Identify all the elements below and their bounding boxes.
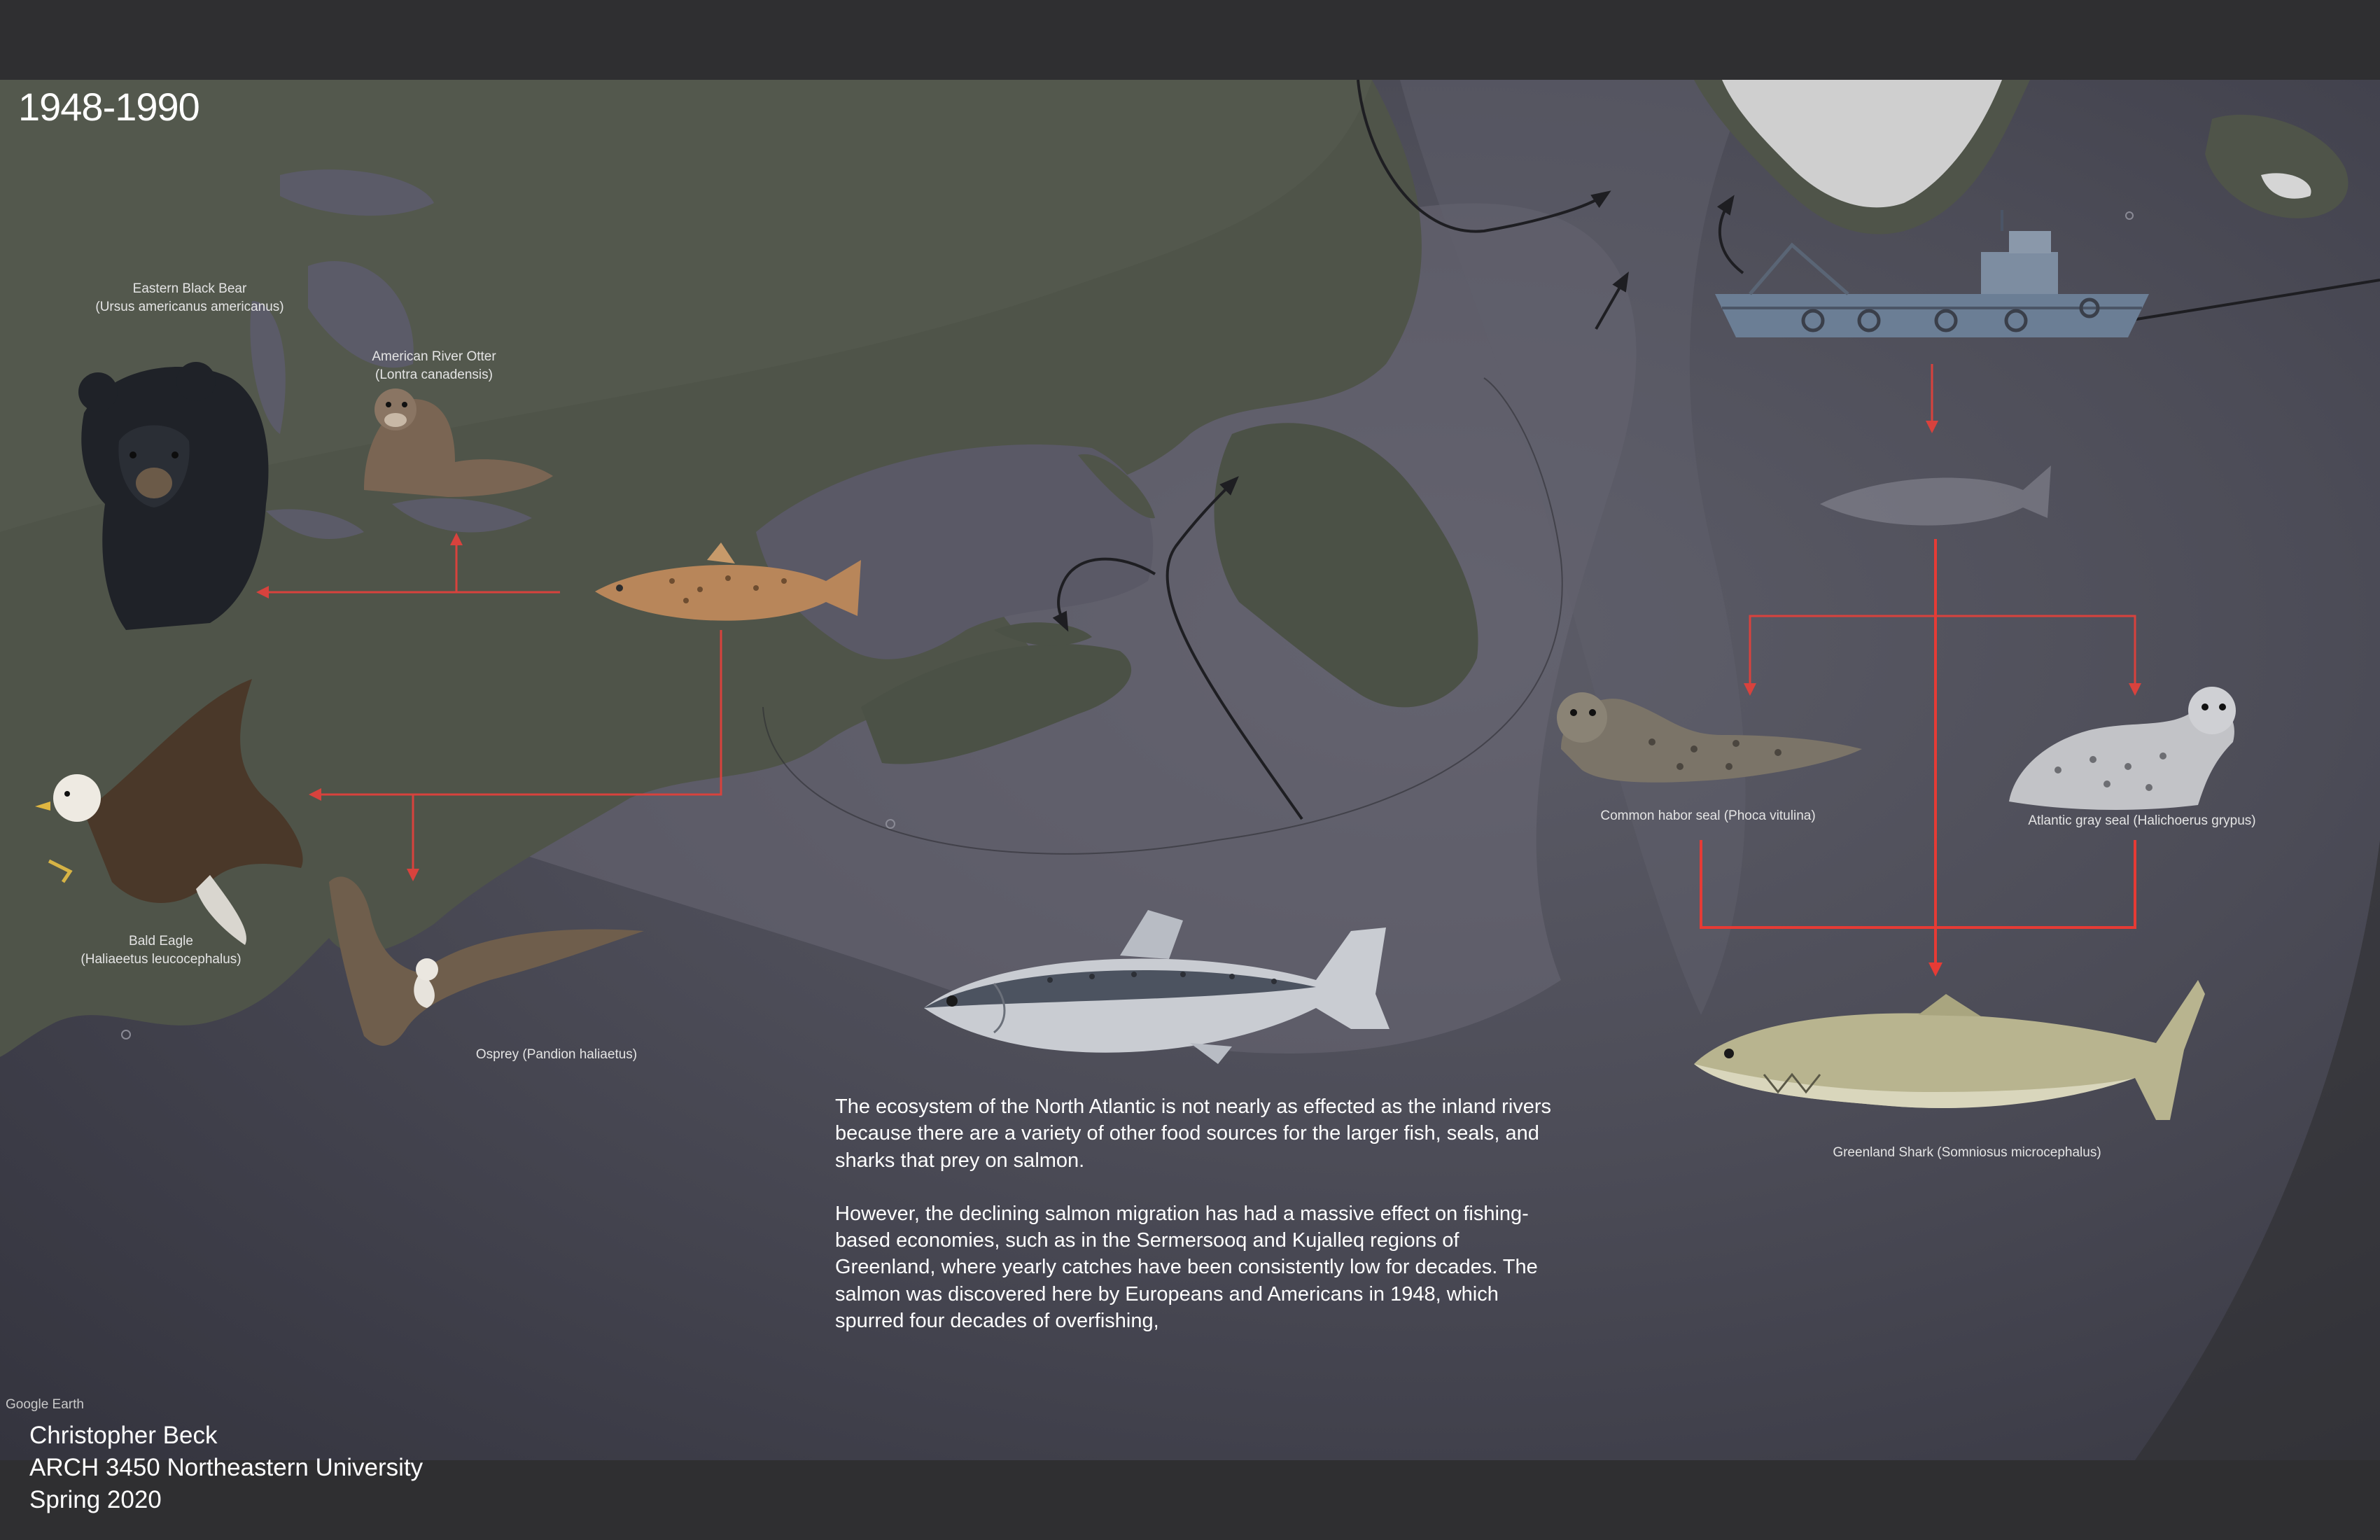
arrow-salmon-to-harbor-seal xyxy=(1744,615,1932,696)
top-frame-bar xyxy=(0,0,2380,80)
osprey-label: Osprey (Pandion haliaetus) xyxy=(475,1047,638,1062)
survey-marker xyxy=(2125,211,2134,220)
ecosystem-description: The ecosystem of the North Atlantic is n… xyxy=(835,1093,1556,1361)
bald-eagle-label: Bald Eagle (Haliaeetus leucocephalus) xyxy=(42,932,280,968)
author-credits: Christopher Beck ARCH 3450 Northeastern … xyxy=(29,1420,423,1517)
globe-edge xyxy=(2135,840,2380,1460)
salmon-ocean-faded-illustration xyxy=(1820,465,2051,526)
term: Spring 2020 xyxy=(29,1486,162,1514)
description-paragraph-1: The ecosystem of the North Atlantic is n… xyxy=(835,1096,1552,1172)
survey-marker xyxy=(121,1030,131,1040)
era-title: 1948-1990 xyxy=(18,85,200,129)
google-earth-attribution: Google Earth xyxy=(6,1397,84,1412)
course-name: ARCH 3450 Northeastern University xyxy=(29,1454,424,1482)
river-otter-latin-name: (Lontra canadensis) xyxy=(375,367,493,382)
description-paragraph-2: However, the declining salmon migration … xyxy=(835,1202,1538,1332)
harbor-seal-label: Common habor seal (Phoca vitulina) xyxy=(1600,808,1816,823)
black-bear-latin-name: (Ursus americanus americanus) xyxy=(95,299,284,314)
bald-eagle-latin-name: (Haliaeetus leucocephalus) xyxy=(80,951,241,967)
migration-arrow-sea-2 xyxy=(1716,195,1744,274)
bald-eagle-common-name: Bald Eagle xyxy=(129,934,193,948)
arrow-salmon-to-gray-seal xyxy=(1932,615,2141,696)
river-otter-common-name: American River Otter xyxy=(372,349,496,364)
author-name: Christopher Beck xyxy=(29,1422,218,1449)
greenland-shark-illustration xyxy=(1694,980,2205,1120)
iceland xyxy=(2205,114,2348,218)
fishing-route-line xyxy=(2127,279,2380,322)
gray-seal-label: Atlantic gray seal (Halichoerus grypus) xyxy=(2028,813,2256,828)
fishing-boat-illustration xyxy=(1715,210,2149,337)
black-bear-label: Eastern Black Bear (Ursus americanus ame… xyxy=(67,280,312,316)
arrow-seals-to-shark xyxy=(1700,840,2136,929)
greenland-shark-label: Greenland Shark (Somniosus microcephalus… xyxy=(1833,1145,2101,1160)
gray-seal-illustration xyxy=(2009,687,2236,810)
black-bear-common-name: Eastern Black Bear xyxy=(132,281,247,296)
river-otter-label: American River Otter (Lontra canadensis) xyxy=(329,348,539,384)
